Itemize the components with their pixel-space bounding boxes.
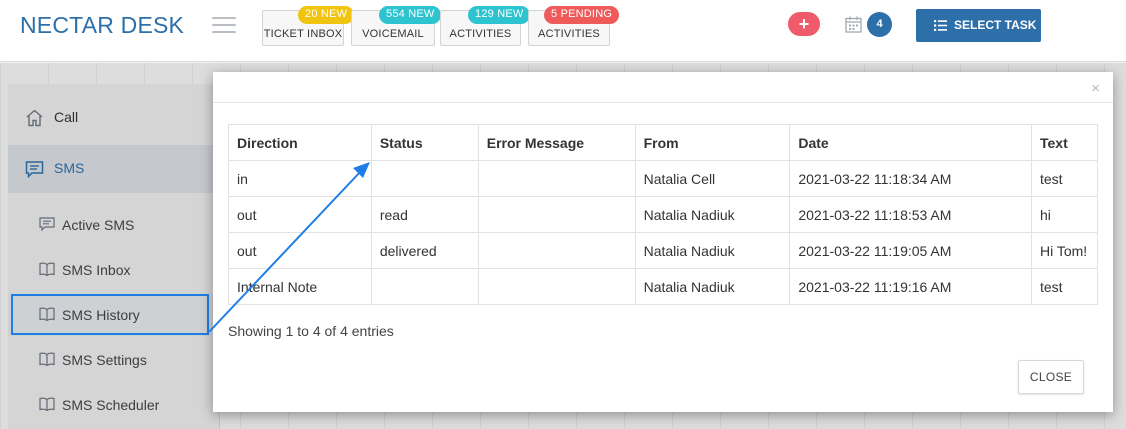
cell-text: hi bbox=[1030, 196, 1099, 233]
sms-history-table: Direction Status Error Message From Date… bbox=[228, 124, 1099, 305]
task-list-icon bbox=[934, 20, 947, 31]
cell-error-message bbox=[477, 196, 636, 233]
column-header-status[interactable]: Status bbox=[370, 124, 479, 161]
table-row: in Natalia Cell 2021-03-22 11:18:34 AM t… bbox=[228, 160, 1099, 197]
cell-from: Natalia Cell bbox=[634, 160, 791, 197]
cell-date: 2021-03-22 11:19:16 AM bbox=[789, 268, 1032, 305]
cell-text: test bbox=[1030, 160, 1099, 197]
cell-from: Natalia Nadiuk bbox=[634, 232, 791, 269]
voicemail-badge: 554 NEW bbox=[379, 6, 442, 24]
select-task-button[interactable]: SELECT TASK bbox=[916, 9, 1041, 42]
table-info-text: Showing 1 to 4 of 4 entries bbox=[228, 323, 394, 339]
annotation-highlight-box bbox=[11, 294, 209, 335]
cell-direction: out bbox=[228, 232, 372, 269]
cell-date: 2021-03-22 11:18:34 AM bbox=[789, 160, 1032, 197]
cell-error-message bbox=[477, 160, 636, 197]
sms-history-modal: × Direction Status Error Message From Da… bbox=[213, 72, 1113, 412]
column-header-direction[interactable]: Direction bbox=[228, 124, 372, 161]
cell-direction: out bbox=[228, 196, 372, 233]
cell-text: Hi Tom! bbox=[1030, 232, 1099, 269]
cell-status: read bbox=[370, 196, 479, 233]
activities-pending-button[interactable]: 5 PENDING ACTIVITIES bbox=[528, 6, 620, 46]
cell-status bbox=[370, 160, 479, 197]
activities-new-label: ACTIVITIES bbox=[449, 28, 512, 40]
cell-from: Natalia Nadiuk bbox=[634, 268, 791, 305]
select-task-label: SELECT TASK bbox=[954, 18, 1037, 32]
activities-new-button[interactable]: 129 NEW ACTIVITIES bbox=[440, 6, 531, 46]
activities-pending-badge: 5 PENDING bbox=[544, 6, 620, 24]
column-header-text[interactable]: Text bbox=[1030, 124, 1099, 161]
column-header-from[interactable]: From bbox=[634, 124, 791, 161]
activities-pending-label: ACTIVITIES bbox=[538, 28, 600, 40]
cell-date: 2021-03-22 11:18:53 AM bbox=[789, 196, 1032, 233]
column-header-error-message[interactable]: Error Message bbox=[477, 124, 636, 161]
app-header: NECTAR DESK 20 NEW TICKET INBOX 554 NEW … bbox=[0, 0, 1126, 62]
hamburger-menu-icon[interactable] bbox=[212, 17, 236, 35]
cell-status bbox=[370, 268, 479, 305]
close-icon[interactable]: × bbox=[1091, 81, 1100, 96]
voicemail-button[interactable]: 554 NEW VOICEMAIL bbox=[351, 6, 442, 46]
table-row: Internal Note Natalia Nadiuk 2021-03-22 … bbox=[228, 268, 1099, 305]
brand-logo[interactable]: NECTAR DESK bbox=[20, 12, 184, 39]
cell-error-message bbox=[477, 268, 636, 305]
table-header-row: Direction Status Error Message From Date… bbox=[228, 124, 1099, 161]
activities-new-badge: 129 NEW bbox=[468, 6, 531, 24]
add-button[interactable]: + bbox=[788, 12, 820, 36]
ticket-inbox-button[interactable]: 20 NEW TICKET INBOX bbox=[262, 6, 355, 46]
cell-direction: Internal Note bbox=[228, 268, 372, 305]
cell-status: delivered bbox=[370, 232, 479, 269]
cell-text: test bbox=[1030, 268, 1099, 305]
cell-direction: in bbox=[228, 160, 372, 197]
modal-header: × bbox=[213, 72, 1113, 103]
table-row: out delivered Natalia Nadiuk 2021-03-22 … bbox=[228, 232, 1099, 269]
cell-error-message bbox=[477, 232, 636, 269]
ticket-inbox-badge: 20 NEW bbox=[298, 6, 355, 24]
cell-from: Natalia Nadiuk bbox=[634, 196, 791, 233]
cell-date: 2021-03-22 11:19:05 AM bbox=[789, 232, 1032, 269]
calendar-count-badge[interactable]: 4 bbox=[867, 12, 892, 37]
table-row: out read Natalia Nadiuk 2021-03-22 11:18… bbox=[228, 196, 1099, 233]
close-button[interactable]: CLOSE bbox=[1018, 360, 1084, 394]
ticket-inbox-label: TICKET INBOX bbox=[263, 28, 343, 40]
column-header-date[interactable]: Date bbox=[789, 124, 1032, 161]
voicemail-label: VOICEMAIL bbox=[362, 28, 424, 40]
calendar-icon[interactable] bbox=[845, 16, 862, 33]
